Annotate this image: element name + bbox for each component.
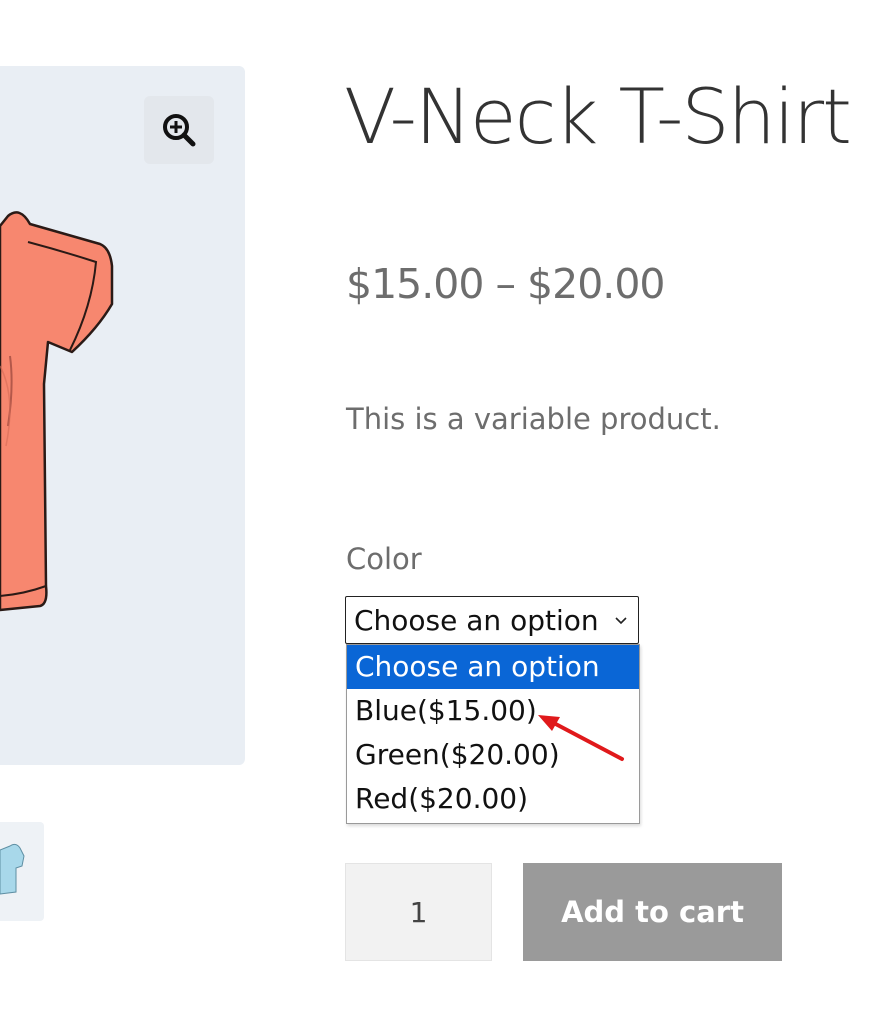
t-shirt-thumbnail[interactable]: [0, 822, 44, 921]
annotation-arrow-icon: [538, 715, 624, 761]
color-option-red[interactable]: Red($20.00): [347, 777, 639, 821]
chevron-down-icon: [615, 617, 627, 625]
product-description: This is a variable product.: [346, 402, 721, 436]
color-option-placeholder[interactable]: Choose an option: [347, 645, 639, 689]
product-gallery: [0, 66, 245, 765]
product-title: V-Neck T-Shirt: [344, 72, 852, 161]
color-select-value: Choose an option: [354, 603, 599, 637]
thumbnail-shirt-image: [0, 843, 25, 895]
color-select[interactable]: Choose an option: [345, 596, 639, 644]
quantity-input[interactable]: 1: [345, 863, 492, 961]
color-label: Color: [346, 542, 422, 576]
product-page: V-Neck T-Shirt $15.00 – $20.00 This is a…: [0, 0, 869, 1016]
add-to-cart-button[interactable]: Add to cart: [523, 863, 782, 961]
product-price: $15.00 – $20.00: [346, 260, 665, 308]
zoom-button[interactable]: [144, 96, 214, 164]
t-shirt-image[interactable]: [0, 66, 245, 765]
zoom-in-icon: [163, 114, 196, 147]
